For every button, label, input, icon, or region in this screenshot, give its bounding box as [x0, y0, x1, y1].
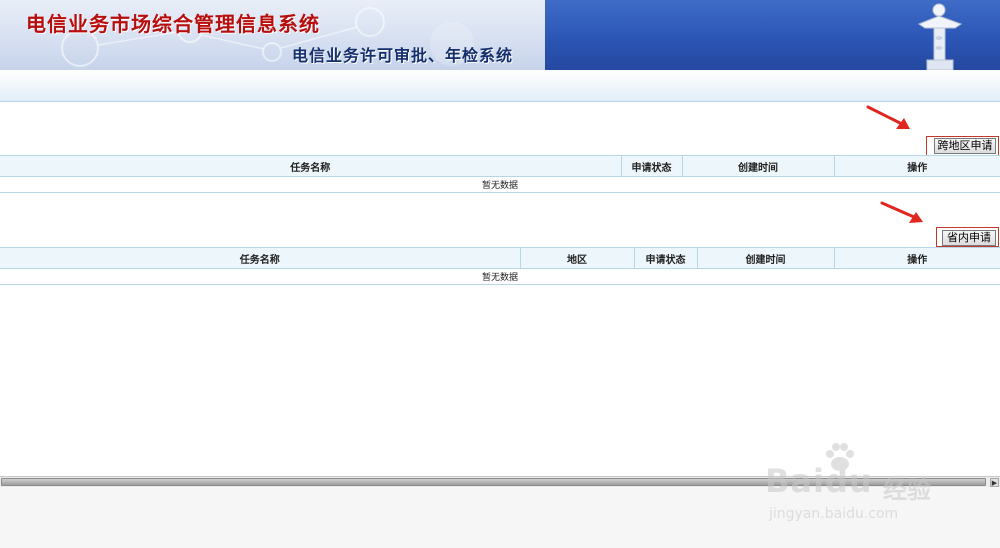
watermark-brand-cn: 经验	[883, 476, 931, 504]
watermark-brand: Baidu	[765, 462, 873, 500]
header-banner: 电信业务市场综合管理信息系统 电信业务许可审批、年检系统	[0, 0, 1000, 70]
col-status[interactable]: 申请状态	[620, 155, 682, 177]
in-province-task-table: 任务名称 地区 申请状态 创建时间 操作 暂无数据	[0, 247, 1000, 285]
cross-region-task-table: 任务名称 申请状态 创建时间 操作 暂无数据	[0, 155, 1000, 193]
table-header-row: 任务名称 申请状态 创建时间 操作	[0, 155, 1000, 177]
empty-row: 暂无数据	[0, 176, 1000, 193]
empty-row: 暂无数据	[0, 268, 1000, 285]
red-arrow-icon	[880, 201, 923, 223]
col-actions[interactable]: 操作	[833, 155, 1000, 177]
baidu-jingyan-watermark: Baidu 经验 jingyan.baidu.com	[765, 440, 985, 530]
col-actions[interactable]: 操作	[833, 247, 1000, 269]
red-arrow-icon	[866, 105, 910, 129]
cross-region-apply-button[interactable]: 跨地区申请	[934, 138, 996, 154]
col-created-time[interactable]: 创建时间	[696, 247, 834, 269]
system-title: 电信业务市场综合管理信息系统	[26, 12, 320, 36]
in-province-apply-button[interactable]: 省内申请	[942, 230, 996, 246]
empty-state-text: 暂无数据	[0, 268, 1000, 285]
col-task-name[interactable]: 任务名称	[0, 247, 520, 269]
watermark-url: jingyan.baidu.com	[769, 506, 899, 522]
empty-state-text: 暂无数据	[0, 176, 1000, 193]
huabiao-column-icon	[917, 3, 963, 70]
col-task-name[interactable]: 任务名称	[0, 155, 621, 177]
toolbar-strip	[0, 70, 1000, 102]
scroll-right-arrow-icon[interactable]: ▶	[990, 478, 999, 487]
col-region[interactable]: 地区	[519, 247, 634, 269]
table-header-row: 任务名称 地区 申请状态 创建时间 操作	[0, 247, 1000, 269]
subsystem-title: 电信业务许可审批、年检系统	[292, 46, 514, 65]
col-created-time[interactable]: 创建时间	[681, 155, 834, 177]
col-status[interactable]: 申请状态	[633, 247, 697, 269]
